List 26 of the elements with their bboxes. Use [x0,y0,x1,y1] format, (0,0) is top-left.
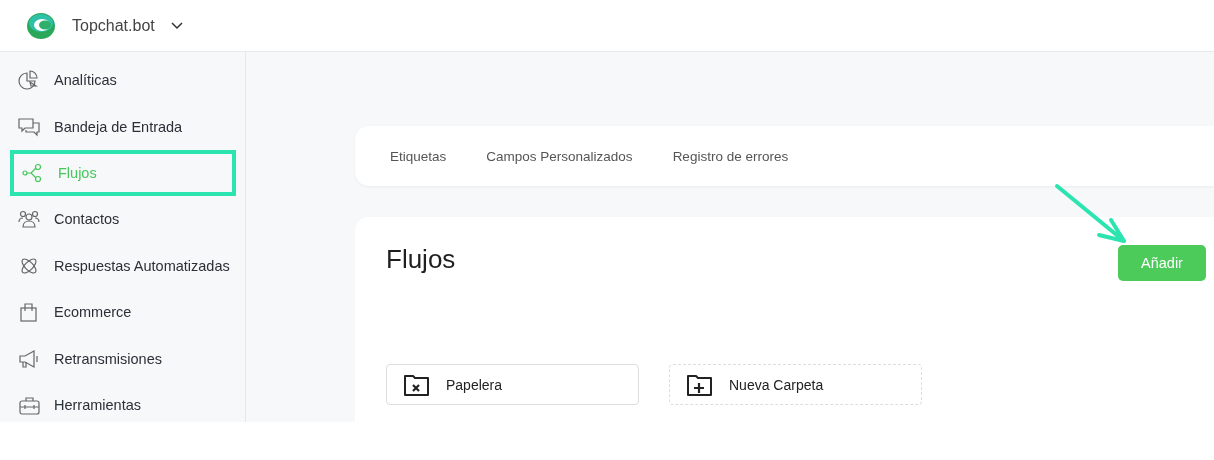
atom-icon [18,255,40,276]
megaphone-icon [18,348,40,369]
folder-plus-icon [686,372,713,397]
page-title: Flujos [386,244,456,275]
tab[interactable]: Registro de errores [672,148,789,164]
tab[interactable]: Etiquetas [390,148,447,164]
sidebar-item[interactable]: Retransmisiones [10,335,236,382]
sidebar-item[interactable]: Bandeja de Entrada [10,103,236,150]
logo-icon [26,11,56,40]
sidebar-item[interactable]: Analíticas [10,57,236,104]
sidebar-item[interactable]: Ecommerce [10,288,236,336]
folder-x-icon [403,372,430,397]
pie-icon [18,70,40,91]
sidebar-item[interactable]: Herramientas [10,381,236,429]
chevron-down-icon[interactable] [170,21,183,30]
new-folder-button[interactable]: Nueva Carpeta [669,364,922,405]
trash-folder-button[interactable]: Papelera [386,364,639,405]
flow-icon [22,162,44,183]
sidebar-item[interactable]: Contactos [10,196,236,243]
people-icon [18,209,40,230]
workspace-name[interactable]: Topchat.bot [72,16,155,35]
bag-icon [18,302,40,323]
toolbox-icon [18,394,40,415]
sidebar-item[interactable]: Respuestas Automatizadas [10,242,236,289]
chat-icon [18,116,40,137]
tab[interactable]: Campos Personalizados [486,148,633,164]
